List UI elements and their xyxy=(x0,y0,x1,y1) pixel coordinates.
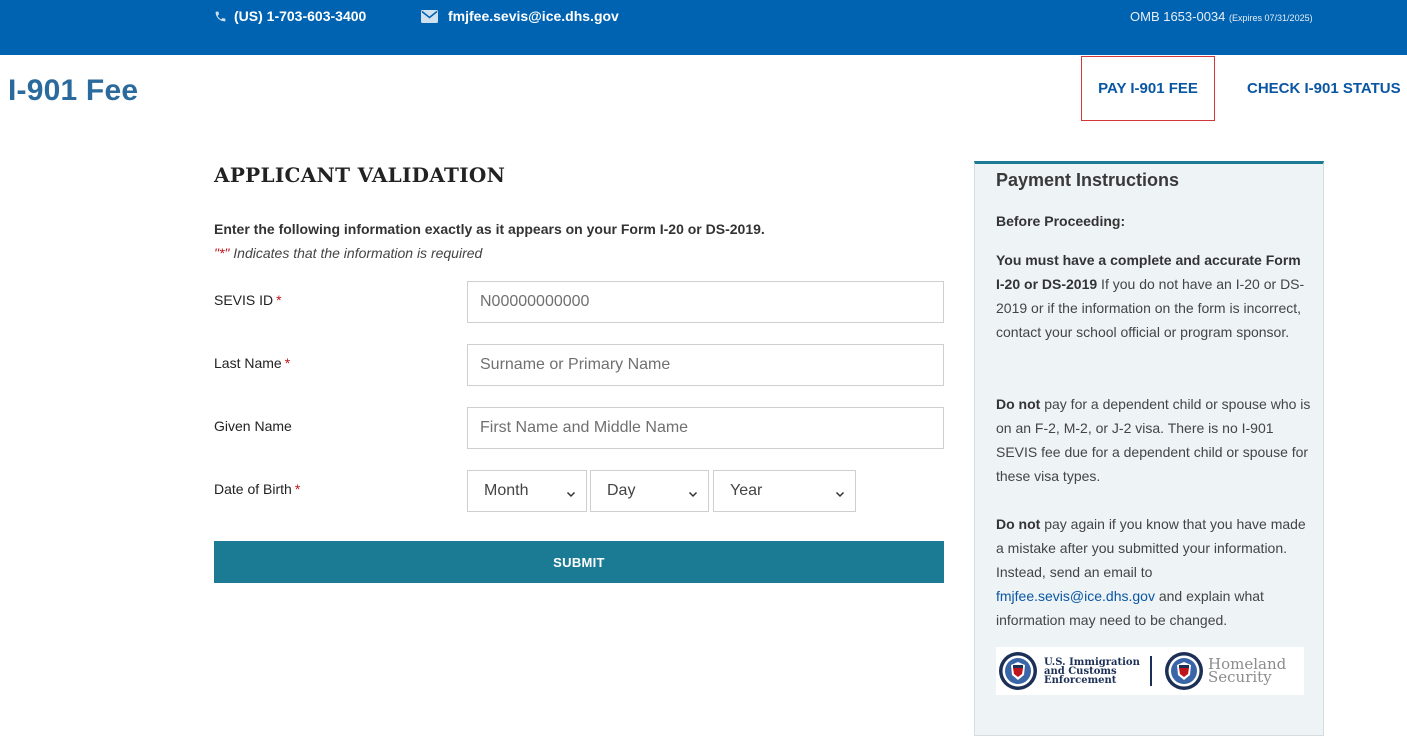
instruction-dependents-text: pay for a dependent child or spouse who … xyxy=(996,396,1311,484)
chevron-down-icon xyxy=(688,486,698,498)
hs-line-2: Security xyxy=(1208,668,1272,686)
omb-expires: (Expires 07/31/2025) xyxy=(1229,13,1313,23)
dob-year-value: Year xyxy=(730,482,763,499)
last-name-input[interactable] xyxy=(467,344,944,386)
required-note: "*" Indicates that the information is re… xyxy=(214,245,482,261)
form-instructions: Enter the following information exactly … xyxy=(214,221,765,237)
page-title: APPLICANT VALIDATION xyxy=(214,163,506,187)
phone-icon xyxy=(214,10,227,23)
omb-number: OMB 1653-0034 (Expires 07/31/2025) xyxy=(1130,9,1313,24)
nav-pay-fee[interactable]: PAY I-901 FEE xyxy=(1081,56,1215,121)
email-address: fmjfee.sevis@ice.dhs.gov xyxy=(448,8,619,24)
instruction-dependents-bold: Do not xyxy=(996,396,1041,412)
required-star: * xyxy=(294,481,301,497)
dob-year-select[interactable]: Year xyxy=(713,470,856,512)
dob-day-value: Day xyxy=(607,482,636,499)
top-bar: (US) 1-703-603-3400 fmjfee.sevis@ice.dhs… xyxy=(0,0,1407,55)
agency-logos: U.S. Immigration and Customs Enforcement… xyxy=(996,647,1304,695)
panel-title: Payment Instructions xyxy=(996,170,1180,190)
dob-month-select[interactable]: Month xyxy=(467,470,587,512)
logo-divider xyxy=(1150,656,1152,686)
last-name-label: Last Name * xyxy=(214,355,290,371)
ice-line-3: Enforcement xyxy=(1044,674,1117,686)
instruction-mistakes-text-a: pay again if you know that you have made… xyxy=(996,516,1306,580)
required-star: * xyxy=(276,292,282,308)
homeland-security-wordmark: Homeland Security xyxy=(1208,657,1286,686)
instruction-mistakes-bold: Do not xyxy=(996,516,1041,532)
support-email-link[interactable]: fmjfee.sevis@ice.dhs.gov xyxy=(996,588,1155,604)
omb-code: OMB 1653-0034 xyxy=(1130,9,1226,24)
sevis-id-label: SEVIS ID * xyxy=(214,292,282,308)
given-name-label: Given Name xyxy=(214,418,292,434)
dhs-seal-icon xyxy=(1164,651,1204,691)
date-of-birth-label-text: Date of Birth xyxy=(214,481,292,497)
dhs-seal-icon xyxy=(998,651,1038,691)
sevis-id-label-text: SEVIS ID xyxy=(214,292,274,308)
last-name-label-text: Last Name xyxy=(214,355,282,371)
date-of-birth-label: Date of Birth * xyxy=(214,481,300,497)
before-proceeding: Before Proceeding: xyxy=(996,213,1126,229)
required-star: * xyxy=(284,355,291,371)
site-title[interactable]: I-901 Fee xyxy=(8,74,138,108)
required-note-star: "*" xyxy=(214,245,230,261)
nav-check-status[interactable]: CHECK I-901 STATUS xyxy=(1247,80,1401,97)
contact-email[interactable]: fmjfee.sevis@ice.dhs.gov xyxy=(421,8,619,24)
payment-instructions-panel: Payment Instructions Before Proceeding: … xyxy=(974,161,1324,736)
dob-month-value: Month xyxy=(484,482,529,499)
chevron-down-icon xyxy=(566,486,576,498)
chevron-down-icon xyxy=(835,486,845,498)
sevis-id-input[interactable] xyxy=(467,281,944,323)
submit-button[interactable]: SUBMIT xyxy=(214,541,944,583)
ice-wordmark: U.S. Immigration and Customs Enforcement xyxy=(1044,657,1140,686)
phone-number: (US) 1-703-603-3400 xyxy=(234,8,367,24)
dob-day-select[interactable]: Day xyxy=(590,470,709,512)
envelope-icon xyxy=(421,9,438,23)
instruction-dependents: Do not pay for a dependent child or spou… xyxy=(996,392,1312,488)
instruction-form-required: You must have a complete and accurate Fo… xyxy=(996,248,1312,344)
contact-phone[interactable]: (US) 1-703-603-3400 xyxy=(214,8,366,24)
required-note-text: Indicates that the information is requir… xyxy=(229,245,483,261)
given-name-input[interactable] xyxy=(467,407,944,449)
instruction-mistakes: Do not pay again if you know that you ha… xyxy=(996,512,1312,632)
